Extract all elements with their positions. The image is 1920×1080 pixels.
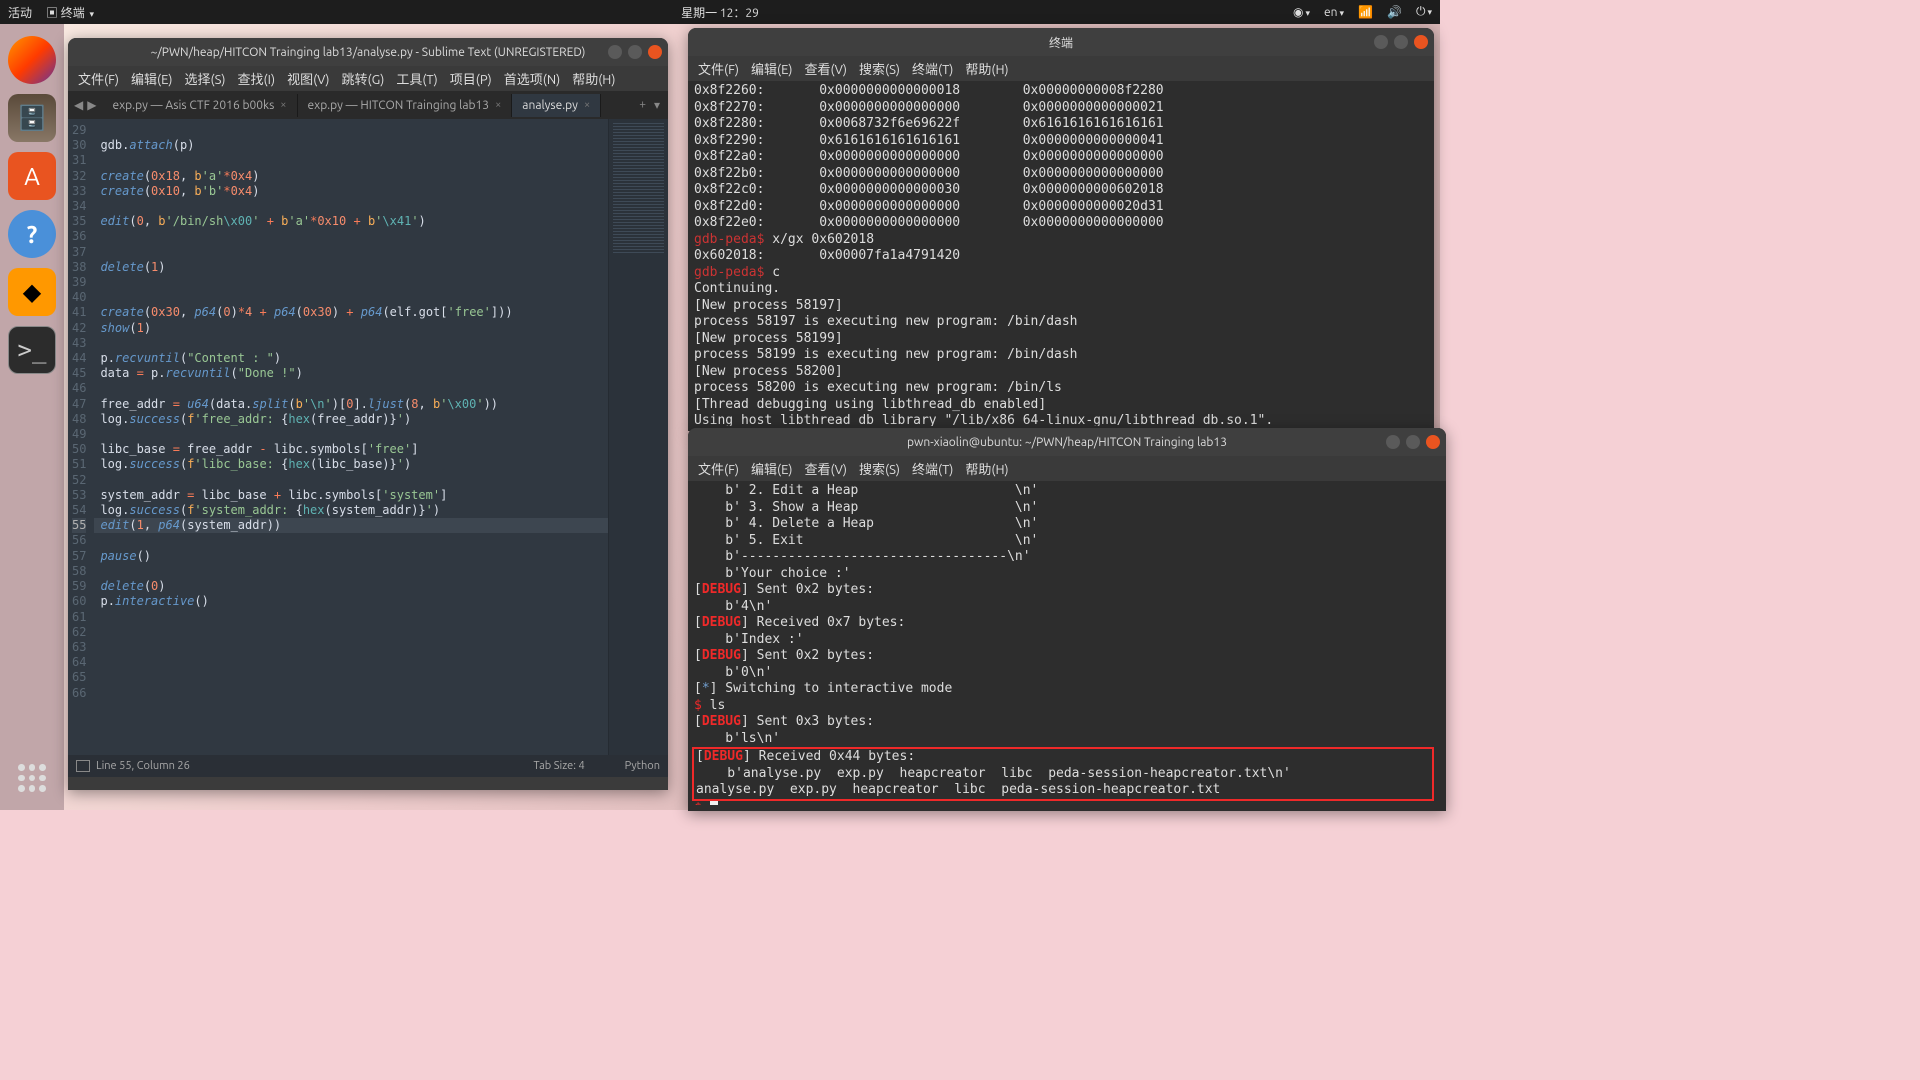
- chevron-down-icon: ▾: [90, 9, 95, 19]
- menu-file[interactable]: 文件(F): [78, 69, 119, 88]
- tab-add-icon[interactable]: +: [639, 98, 646, 112]
- close-icon[interactable]: ×: [495, 99, 501, 111]
- close-icon[interactable]: ×: [280, 99, 286, 111]
- window-title: pwn-xiaolin@ubuntu: ~/PWN/heap/HITCON Tr…: [907, 436, 1227, 449]
- tab-exp-hitcon[interactable]: exp.py — HITCON Trainging lab13×: [298, 94, 513, 117]
- close-icon[interactable]: ×: [584, 99, 590, 111]
- tab-prev-icon[interactable]: ◀: [74, 98, 83, 112]
- menu-edit[interactable]: 编辑(E): [751, 59, 792, 78]
- titlebar[interactable]: 终端: [688, 28, 1434, 56]
- dock-software[interactable]: A: [8, 152, 56, 200]
- maximize-button[interactable]: [1406, 435, 1420, 449]
- close-button[interactable]: [648, 45, 662, 59]
- close-button[interactable]: [1414, 35, 1428, 49]
- window-title: ~/PWN/heap/HITCON Trainging lab13/analys…: [151, 46, 586, 59]
- menu-terminal[interactable]: 终端(T): [912, 59, 953, 78]
- tab-next-icon[interactable]: ▶: [87, 98, 96, 112]
- sidebar-toggle-icon[interactable]: [76, 760, 90, 772]
- menu-view[interactable]: 查看(V): [805, 459, 847, 478]
- maximize-button[interactable]: [1394, 35, 1408, 49]
- menu-file[interactable]: 文件(F): [698, 459, 739, 478]
- menu-terminal[interactable]: 终端(T): [912, 459, 953, 478]
- maximize-button[interactable]: [628, 45, 642, 59]
- menu-search[interactable]: 搜索(S): [859, 459, 900, 478]
- network-icon[interactable]: 📶: [1358, 5, 1373, 19]
- status-position[interactable]: Line 55, Column 26: [96, 760, 190, 772]
- menu-search[interactable]: 搜索(S): [859, 59, 900, 78]
- accessibility-icon[interactable]: ◉▾: [1293, 5, 1310, 19]
- menu-view[interactable]: 视图(V): [287, 69, 329, 88]
- menu-file[interactable]: 文件(F): [698, 59, 739, 78]
- menu-find[interactable]: 查找(I): [238, 69, 276, 88]
- menu-project[interactable]: 项目(P): [450, 69, 492, 88]
- sublime-window: ~/PWN/heap/HITCON Trainging lab13/analys…: [68, 38, 668, 790]
- terminal-output[interactable]: 0x8f2260: 0x0000000000000018 0x000000000…: [688, 81, 1434, 426]
- tab-exp-asis[interactable]: exp.py — Asis CTF 2016 b00ks×: [102, 94, 297, 117]
- dock-help[interactable]: ?: [8, 210, 56, 258]
- menu-tools[interactable]: 工具(T): [396, 69, 437, 88]
- terminal-gdb: 终端 文件(F) 编辑(E) 查看(V) 搜索(S) 终端(T) 帮助(H) 0…: [688, 28, 1434, 431]
- terminal-output[interactable]: b' 2. Edit a Heap \n' b' 3. Show a Heap …: [688, 481, 1446, 805]
- dock-terminal[interactable]: >_: [8, 326, 56, 374]
- minimize-button[interactable]: [608, 45, 622, 59]
- top-panel: 活动 ▣ 终端 ▾ 星期一 12：29 ◉▾ en▾ 📶 🔊 ⏻▾: [0, 0, 1440, 24]
- minimize-button[interactable]: [1386, 435, 1400, 449]
- close-button[interactable]: [1426, 435, 1440, 449]
- input-method[interactable]: en▾: [1324, 6, 1344, 19]
- dock-files[interactable]: 🗄️: [8, 94, 56, 142]
- status-syntax[interactable]: Python: [625, 760, 660, 772]
- dock-sublime[interactable]: ◆: [8, 268, 56, 316]
- window-title: 终端: [1049, 34, 1073, 51]
- desktop: ~/PWN/heap/HITCON Trainging lab13/analys…: [64, 24, 1440, 810]
- menu-goto[interactable]: 跳转(G): [342, 69, 385, 88]
- menubar: 文件(F) 编辑(E) 查看(V) 搜索(S) 终端(T) 帮助(H): [688, 456, 1446, 481]
- dock-firefox[interactable]: [8, 36, 56, 84]
- dock-apps-button[interactable]: [12, 758, 52, 798]
- titlebar[interactable]: ~/PWN/heap/HITCON Trainging lab13/analys…: [68, 38, 668, 66]
- menu-edit[interactable]: 编辑(E): [751, 459, 792, 478]
- app-menu[interactable]: ▣ 终端 ▾: [46, 4, 94, 21]
- code-area[interactable]: gdb.attach(p) create(0x18, b'a'*0x4) cre…: [94, 119, 608, 755]
- menu-help[interactable]: 帮助(H): [572, 69, 615, 88]
- editor[interactable]: 2930313233343536373839404142434445464748…: [68, 119, 668, 755]
- clock[interactable]: 星期一 12：29: [681, 4, 759, 21]
- tab-menu-icon[interactable]: ▾: [654, 98, 660, 112]
- tab-bar: ◀ ▶ exp.py — Asis CTF 2016 b00ks× exp.py …: [68, 91, 668, 119]
- minimap[interactable]: [608, 119, 668, 755]
- volume-icon[interactable]: 🔊: [1387, 5, 1402, 19]
- menu-preferences[interactable]: 首选项(N): [504, 69, 560, 88]
- titlebar[interactable]: pwn-xiaolin@ubuntu: ~/PWN/heap/HITCON Tr…: [688, 428, 1446, 456]
- menu-edit[interactable]: 编辑(E): [131, 69, 172, 88]
- power-icon[interactable]: ⏻▾: [1416, 5, 1432, 19]
- menu-help[interactable]: 帮助(H): [965, 459, 1008, 478]
- dock: 🗄️ A ? ◆ >_: [0, 24, 64, 810]
- activities-button[interactable]: 活动: [8, 4, 32, 21]
- statusbar: Line 55, Column 26 Tab Size: 4 Python: [68, 755, 668, 777]
- menu-view[interactable]: 查看(V): [805, 59, 847, 78]
- status-tabsize[interactable]: Tab Size: 4: [533, 760, 584, 772]
- line-gutter: 2930313233343536373839404142434445464748…: [68, 119, 94, 755]
- tab-analyse[interactable]: analyse.py×: [512, 94, 601, 117]
- menu-help[interactable]: 帮助(H): [965, 59, 1008, 78]
- minimize-button[interactable]: [1374, 35, 1388, 49]
- menubar: 文件(F) 编辑(E) 查看(V) 搜索(S) 终端(T) 帮助(H): [688, 56, 1434, 81]
- menubar: 文件(F) 编辑(E) 选择(S) 查找(I) 视图(V) 跳转(G) 工具(T…: [68, 66, 668, 91]
- menu-select[interactable]: 选择(S): [185, 69, 226, 88]
- terminal-pwntools: pwn-xiaolin@ubuntu: ~/PWN/heap/HITCON Tr…: [688, 428, 1446, 811]
